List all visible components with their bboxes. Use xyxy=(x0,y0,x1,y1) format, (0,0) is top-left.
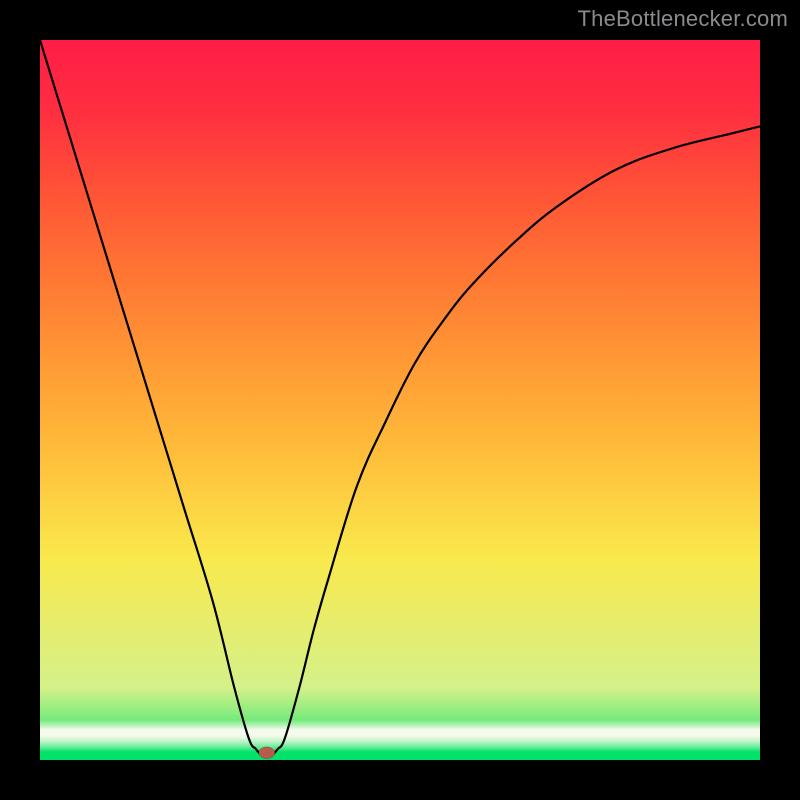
bottleneck-curve xyxy=(40,40,760,757)
chart-frame: TheBottlenecker.com xyxy=(0,0,800,800)
minimum-marker xyxy=(259,747,275,759)
plot-area xyxy=(40,40,760,760)
curve-layer xyxy=(40,40,760,760)
watermark-text: TheBottlenecker.com xyxy=(578,6,788,32)
